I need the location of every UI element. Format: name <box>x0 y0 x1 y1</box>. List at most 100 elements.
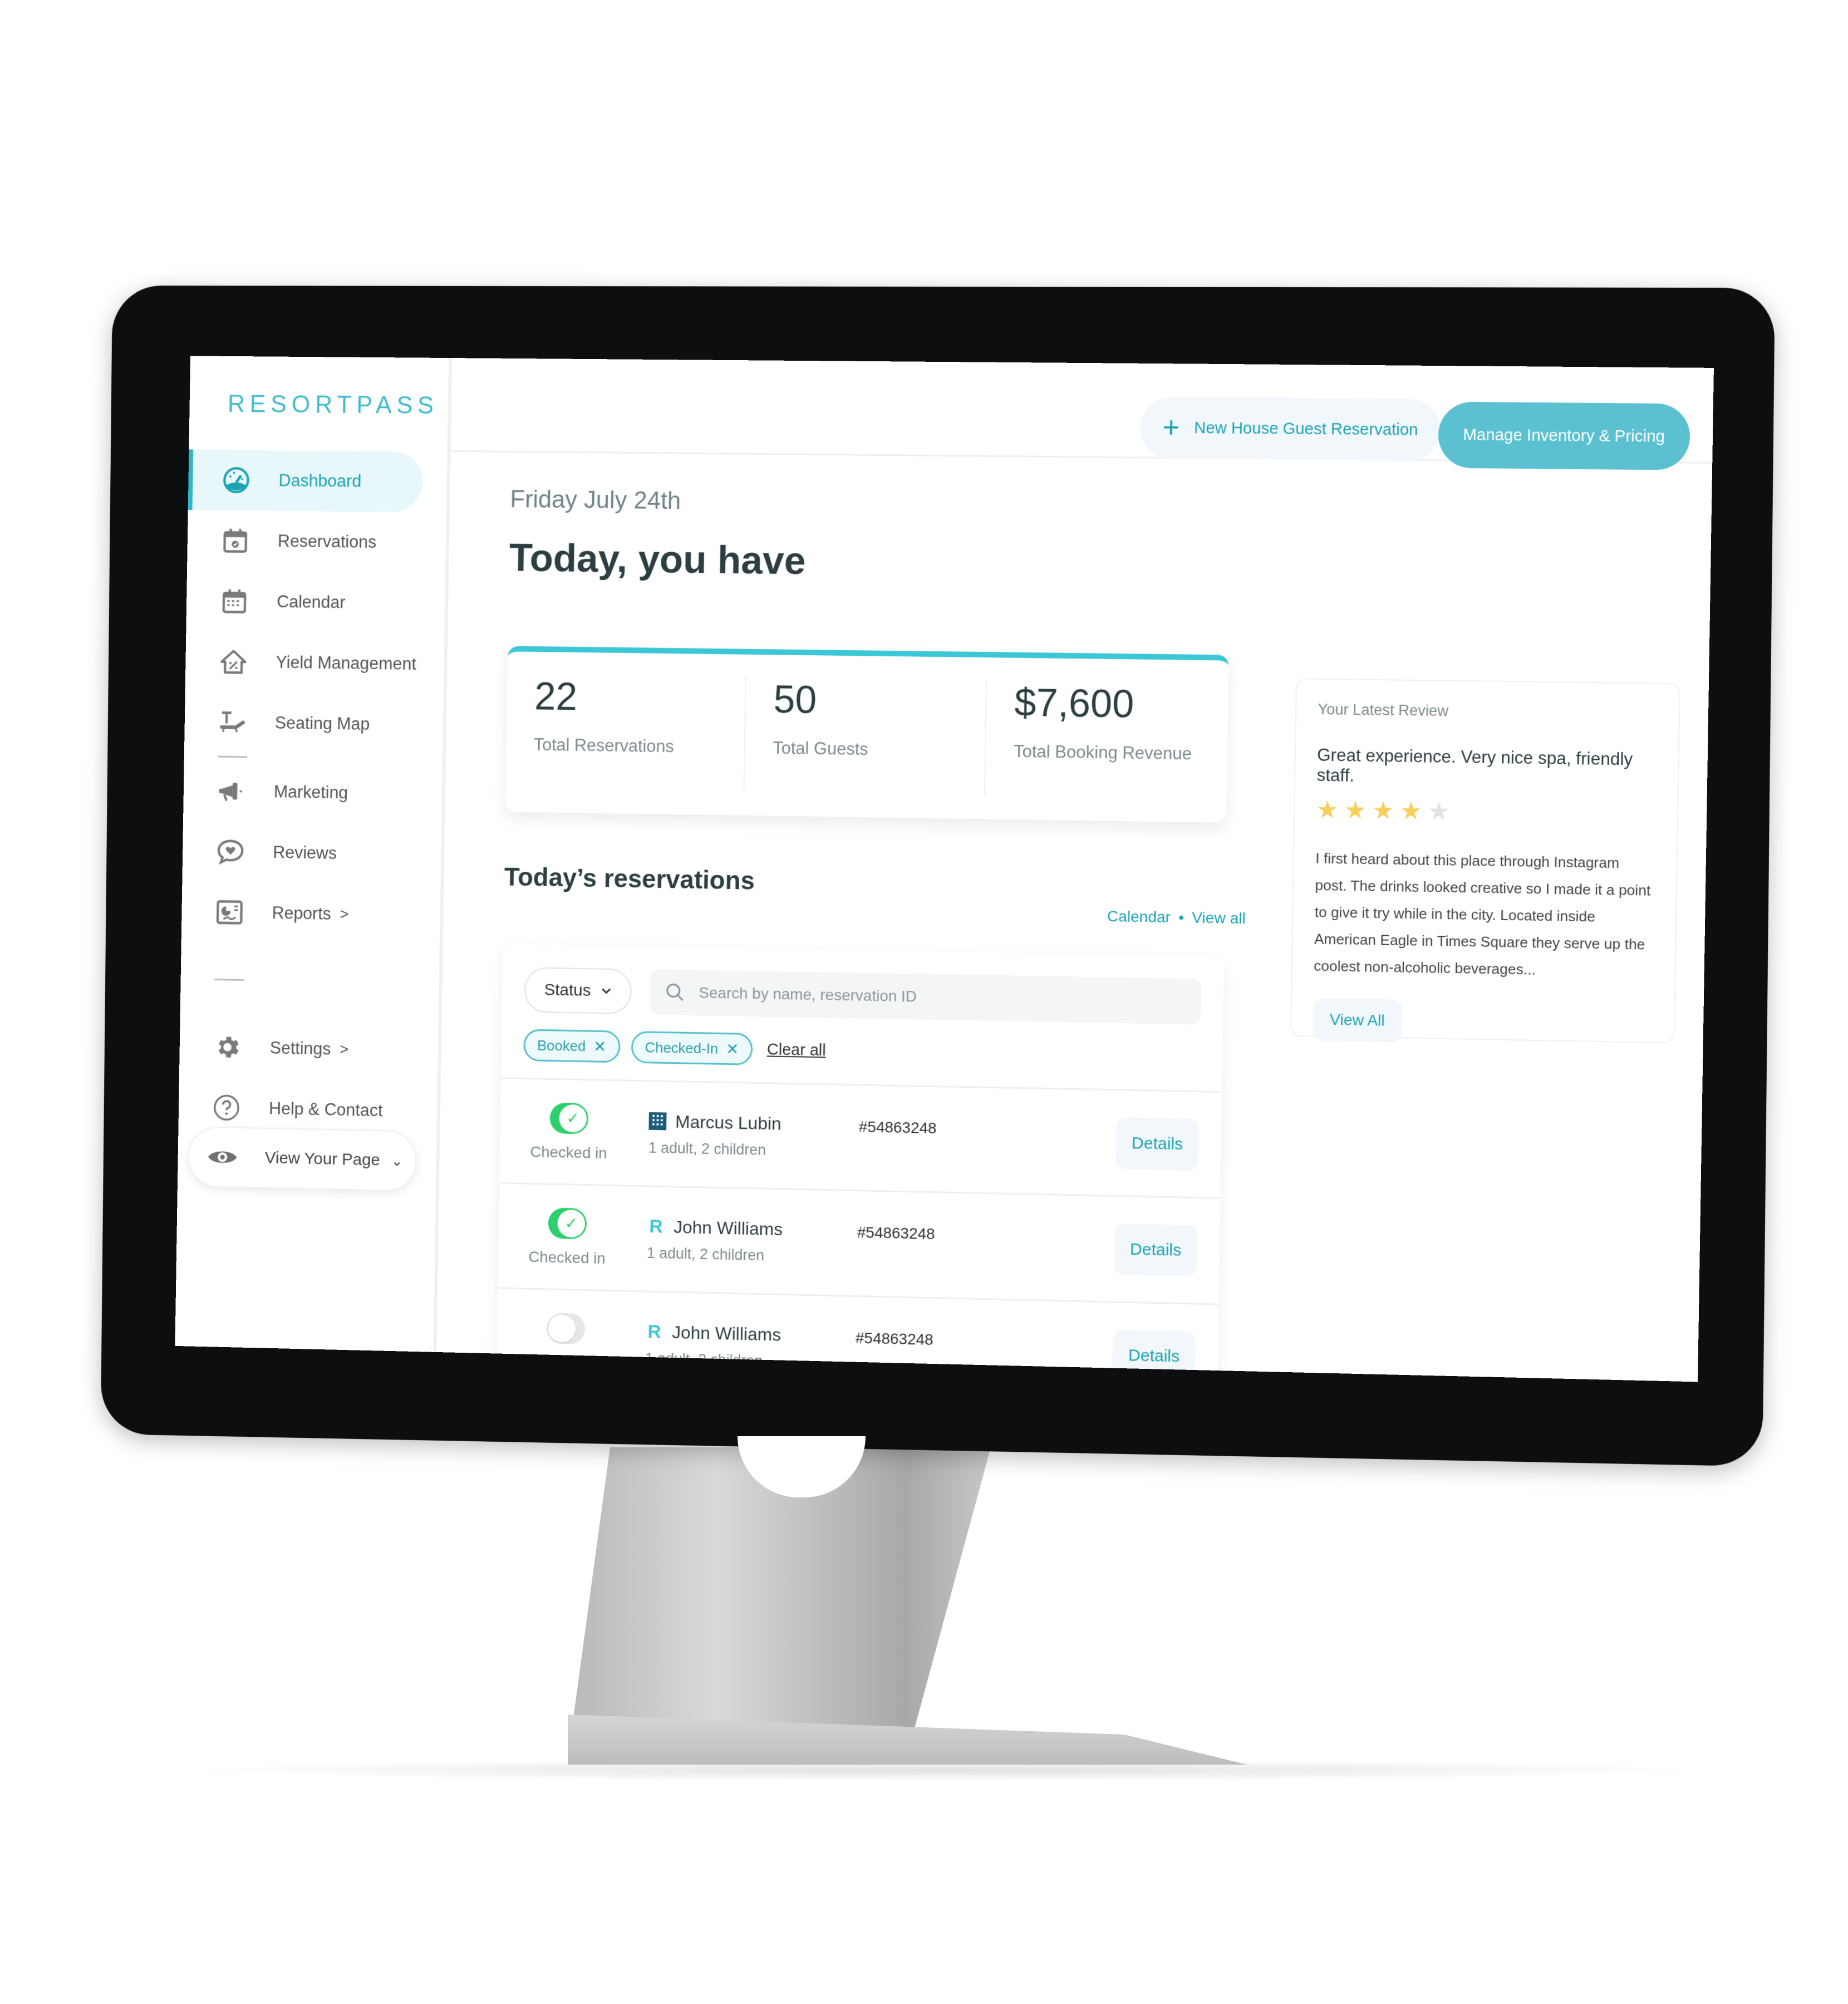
chevron-right-icon: > <box>340 905 349 923</box>
stat-label: Total Reservations <box>533 735 675 757</box>
calendar-link[interactable]: Calendar <box>1107 907 1171 926</box>
latest-review-card: Your Latest Review Great experience. Ver… <box>1290 678 1680 1044</box>
eye-icon <box>208 1151 237 1163</box>
house-percent-icon <box>218 646 249 677</box>
reservation-id: #54863248 <box>857 1223 935 1242</box>
check-in-toggle[interactable]: ✓ <box>549 1102 589 1134</box>
status-filter-dropdown[interactable]: Status <box>524 967 632 1015</box>
guest-name[interactable]: John Williams <box>672 1322 781 1345</box>
reservation-row: ✓ Checked in Marcus Lubin 1 adult, 2 chi… <box>499 1079 1222 1199</box>
new-reservation-label: New House Guest Reservation <box>1194 419 1418 439</box>
nav-divider <box>218 755 248 758</box>
party-size: 1 adult, 2 children <box>646 1244 765 1264</box>
sidebar-item-label: Marketing <box>273 782 348 803</box>
sidebar-item-calendar[interactable]: Calendar <box>186 571 445 634</box>
sidebar-item-label: Settings <box>269 1038 331 1059</box>
sidebar-item-label: Reports <box>272 903 332 924</box>
resortpass-r-icon: R <box>647 1320 662 1343</box>
stat-label: Total Guests <box>773 738 869 759</box>
guest-name[interactable]: Marcus Lubin <box>675 1111 782 1134</box>
beach-chair-icon <box>217 707 248 738</box>
star-rating: ★ ★ ★ ★ ★ <box>1316 795 1655 827</box>
check-in-toggle[interactable] <box>546 1312 586 1344</box>
view-all-link[interactable]: View all <box>1192 909 1246 928</box>
reservation-id: #54863248 <box>855 1329 933 1348</box>
star-icon: ★ <box>1372 797 1395 825</box>
guest-name[interactable]: John Williams <box>674 1217 783 1240</box>
sidebar-item-label: Reviews <box>273 842 337 863</box>
view-your-page-button[interactable]: View Your Page ⌄ <box>187 1126 417 1192</box>
sidebar-item-label: Reservations <box>277 531 377 552</box>
stat-total-guests: 50 Total Guests <box>744 676 987 797</box>
new-house-guest-reservation-button[interactable]: + New House Guest Reservation <box>1139 396 1442 461</box>
sidebar-item-dashboard[interactable]: Dashboard <box>188 449 424 513</box>
sidebar-item-label: Help & Contact <box>268 1098 383 1121</box>
stat-total-reservations: 22 Total Reservations <box>505 674 746 793</box>
filter-chip-booked[interactable]: Booked ✕ <box>523 1029 621 1063</box>
nav-divider <box>214 979 244 981</box>
details-button[interactable]: Details <box>1114 1223 1198 1276</box>
close-icon[interactable]: ✕ <box>593 1037 607 1055</box>
app-screen: RESORTPASS Dashboard Reservations Calend… <box>175 356 1714 1382</box>
star-icon: ★ <box>1399 797 1423 826</box>
search-icon <box>665 981 686 1003</box>
sidebar-item-label: Yield Management <box>276 652 417 674</box>
calendar-icon <box>219 586 250 617</box>
chevron-right-icon: > <box>339 1040 349 1058</box>
calendar-check-icon <box>220 525 251 556</box>
stat-total-booking-revenue: $7,600 Total Booking Revenue <box>985 680 1228 800</box>
top-bar: + New House Guest Reservation Manage Inv… <box>450 358 1714 470</box>
review-title: Great experience. Very nice spa, friendl… <box>1316 745 1633 785</box>
sidebar-item-yield-management[interactable]: Yield Management <box>185 631 445 695</box>
chip-label: Checked-In <box>645 1038 719 1057</box>
sidebar-item-label: Dashboard <box>278 470 362 491</box>
stat-value: $7,600 <box>1014 680 1134 726</box>
view-all-reviews-button[interactable]: View All <box>1313 998 1402 1043</box>
chat-heart-icon <box>215 836 246 867</box>
details-button[interactable]: Details <box>1115 1117 1200 1171</box>
check-in-status: Checked in <box>530 1142 607 1162</box>
review-kicker: Your Latest Review <box>1318 700 1449 720</box>
reservation-id: #54863248 <box>858 1117 937 1137</box>
star-icon: ★ <box>1344 796 1367 824</box>
review-body: I first heard about this place through I… <box>1314 849 1651 978</box>
sidebar-item-marketing[interactable]: Marketing <box>183 760 443 825</box>
building-icon <box>648 1112 667 1131</box>
status-filter-label: Status <box>544 980 591 1000</box>
main-content: + New House Guest Reservation Manage Inv… <box>436 358 1714 1382</box>
sidebar-item-label: Seating Map <box>274 713 370 734</box>
chevron-down-icon: ⌄ <box>391 1152 404 1169</box>
party-size: 1 adult, 2 children <box>648 1139 766 1158</box>
check-in-toggle[interactable]: ✓ <box>548 1207 587 1239</box>
link-separator: • <box>1178 908 1185 926</box>
view-your-page-label: View Your Page <box>264 1148 381 1170</box>
stats-card: 22 Total Reservations 50 Total Guests $7… <box>505 646 1229 823</box>
manage-inventory-pricing-button[interactable]: Manage Inventory & Pricing <box>1437 401 1691 470</box>
sidebar-item-reservations[interactable]: Reservations <box>187 510 446 573</box>
stat-value: 22 <box>534 674 578 719</box>
report-chart-icon <box>214 897 245 928</box>
sidebar-item-seating-map[interactable]: Seating Map <box>184 691 444 755</box>
reservation-links: Calendar • View all <box>1107 907 1246 927</box>
todays-reservations-title: Today’s reservations <box>504 862 755 895</box>
sidebar-nav: Dashboard Reservations Calendar Yield Ma… <box>178 449 447 1142</box>
search-input[interactable] <box>699 984 1201 1011</box>
sidebar-item-reports[interactable]: Reports > <box>181 881 441 946</box>
active-filters: Booked ✕ Checked-In ✕ Clear all <box>523 1029 1200 1074</box>
star-icon: ★ <box>1427 797 1451 826</box>
sidebar-item-settings[interactable]: Settings > <box>179 1016 439 1082</box>
check-icon: ✓ <box>557 1209 586 1237</box>
filter-chip-checked-in[interactable]: Checked-In ✕ <box>631 1030 753 1065</box>
reservation-row: ✓ Checked in R John Williams 1 adult, 2 … <box>498 1183 1221 1305</box>
megaphone-icon <box>216 775 247 807</box>
sidebar: RESORTPASS Dashboard Reservations Calend… <box>175 356 453 1352</box>
chevron-down-icon <box>601 987 612 995</box>
stat-value: 50 <box>773 677 817 722</box>
brand-logo[interactable]: RESORTPASS <box>228 390 439 420</box>
plus-icon: + <box>1162 411 1180 444</box>
close-icon[interactable]: ✕ <box>726 1040 739 1058</box>
sidebar-item-reviews[interactable]: Reviews <box>182 821 441 885</box>
reservations-card: Status Booked ✕ Checked-In ✕ <box>495 944 1225 1382</box>
clear-all-link[interactable]: Clear all <box>767 1040 826 1060</box>
star-icon: ★ <box>1316 795 1339 824</box>
